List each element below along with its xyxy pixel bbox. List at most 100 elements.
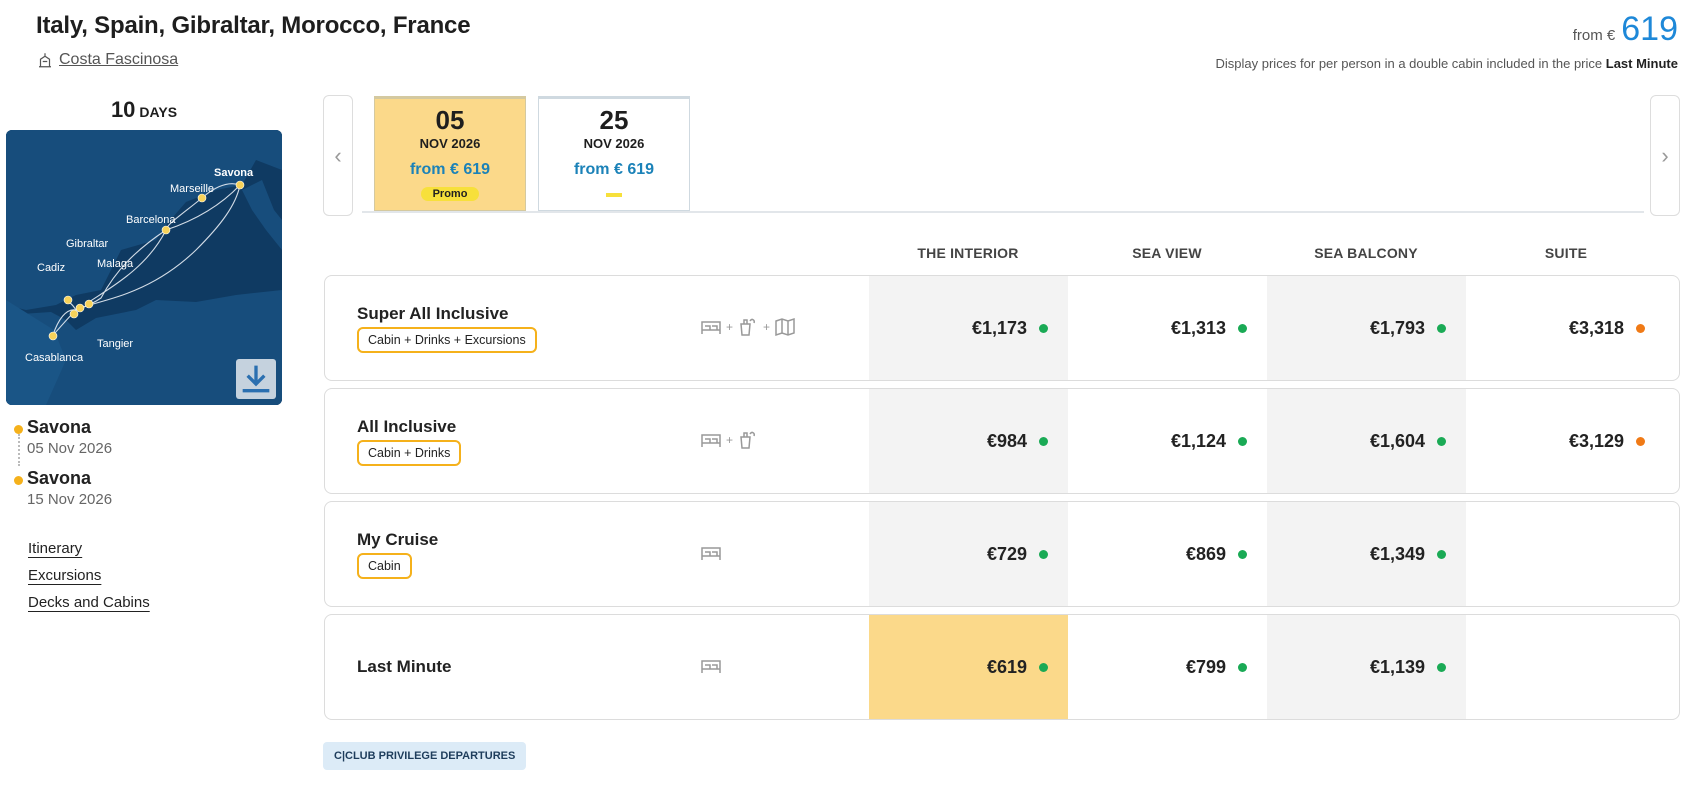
availability-dot <box>1238 662 1247 672</box>
map-label-barcelona: Barcelona <box>126 214 176 226</box>
price-value: €1,173 <box>971 317 1027 338</box>
price-value: €799 <box>1185 656 1226 677</box>
price-value: €1,604 <box>1369 430 1425 451</box>
price-sea-view[interactable]: €1,313 <box>1068 276 1267 380</box>
departure-dot <box>14 425 23 434</box>
availability-dot <box>1039 436 1048 446</box>
price-value: €1,793 <box>1369 317 1425 338</box>
price-value: €619 <box>986 656 1027 677</box>
price-suite[interactable]: €3,318 <box>1466 276 1665 380</box>
carousel-prev-button[interactable]: ‹ <box>323 95 353 216</box>
page-title: Italy, Spain, Gibraltar, Morocco, France <box>36 12 471 39</box>
fare-row-my-cruise: My Cruise Cabin €729 €869 €1,349 <box>324 501 1680 607</box>
price-sea-view[interactable]: €799 <box>1068 615 1267 719</box>
price-interior[interactable]: €729 <box>869 502 1068 606</box>
ship-icon <box>39 53 51 68</box>
carousel-divider <box>362 211 1644 213</box>
map-label-cadiz: Cadiz <box>37 262 65 274</box>
price-interior[interactable]: €984 <box>869 389 1068 493</box>
bed-icon <box>701 547 721 560</box>
map-icon <box>775 317 795 337</box>
fare-row-last-minute: Last Minute €619 €799 €1,139 <box>324 614 1680 720</box>
map-label-malaga: Malaga <box>97 258 134 270</box>
price-note-fare: Last Minute <box>1605 56 1678 71</box>
price-suite-empty <box>1466 502 1665 606</box>
price-sea-balcony[interactable]: €1,604 <box>1267 389 1466 493</box>
price-from-label: from € <box>1572 27 1616 44</box>
availability-dot <box>1636 436 1645 446</box>
price-sea-balcony[interactable]: €1,793 <box>1267 276 1466 380</box>
availability-dot <box>1238 436 1247 446</box>
fare-name: Last Minute <box>357 657 452 676</box>
col-sea-balcony: SEA BALCONY <box>1314 245 1418 261</box>
map-download-button[interactable] <box>236 359 276 399</box>
availability-dot <box>1437 662 1446 672</box>
price-value: €1,139 <box>1369 656 1425 677</box>
promo-badge: Promo <box>420 187 480 201</box>
availability-dot <box>1039 323 1048 333</box>
fare-name: My Cruise <box>357 530 439 549</box>
date-card-0[interactable]: 05 NOV 2026 from € 619 Promo <box>374 96 526 211</box>
fare-row-all-inclusive: All Inclusive Cabin + Drinks + €984 €1,1… <box>324 388 1680 494</box>
date-day: 05 <box>435 105 465 135</box>
price-sea-view[interactable]: €1,124 <box>1068 389 1267 493</box>
date-price: from € 619 <box>573 161 655 178</box>
price-from: from € 619 <box>1573 10 1678 49</box>
carousel-next-button[interactable]: › <box>1650 95 1680 216</box>
availability-dot <box>1039 549 1048 559</box>
price-value: €729 <box>986 543 1027 564</box>
duration: 10 DAYS <box>6 97 282 123</box>
date-card-1[interactable]: 25 NOV 2026 from € 619 <box>538 96 690 211</box>
availability-dot <box>1039 662 1048 672</box>
ship-name[interactable]: Costa Fascinosa <box>59 51 178 69</box>
fare-tag: Cabin + Drinks <box>357 440 462 466</box>
arrival-dot <box>14 476 23 485</box>
price-sea-view[interactable]: €869 <box>1068 502 1267 606</box>
date-day: 25 <box>599 105 629 135</box>
departure-port: Savona <box>27 417 92 437</box>
map-label-tangier: Tangier <box>97 338 133 350</box>
drinks-icon <box>740 431 755 449</box>
availability-dot <box>1437 436 1446 446</box>
map-label-gibraltar: Gibraltar <box>66 238 109 250</box>
availability-dot <box>1636 323 1645 333</box>
departure-date: 05 Nov 2026 <box>27 440 113 457</box>
price-value: €984 <box>986 430 1027 451</box>
price-interior[interactable]: €1,173 <box>869 276 1068 380</box>
price-from-value: 619 <box>1621 10 1678 48</box>
price-value: €3,129 <box>1568 430 1624 451</box>
ship-link[interactable]: Costa Fascinosa <box>36 51 178 69</box>
fare-icons <box>699 541 723 565</box>
bed-icon <box>701 434 721 447</box>
bed-icon <box>701 321 721 334</box>
fare-row-super-all-inclusive: Super All Inclusive Cabin + Drinks + Exc… <box>324 275 1680 381</box>
link-itinerary[interactable]: Itinerary <box>28 540 82 557</box>
arrival-date: 15 Nov 2026 <box>27 491 113 508</box>
fare-name: All Inclusive <box>357 417 457 436</box>
price-interior[interactable]: €619 <box>869 615 1068 719</box>
link-excursions[interactable]: Excursions <box>28 567 101 584</box>
arrival-port: Savona <box>27 468 92 488</box>
availability-dot <box>1437 323 1446 333</box>
price-sea-balcony[interactable]: €1,139 <box>1267 615 1466 719</box>
price-value: €1,349 <box>1369 543 1425 564</box>
price-suite[interactable]: €3,129 <box>1466 389 1665 493</box>
date-month: NOV 2026 <box>583 136 645 151</box>
promo-indicator <box>606 193 622 197</box>
fare-tag: Cabin <box>357 553 412 579</box>
price-sea-balcony[interactable]: €1,349 <box>1267 502 1466 606</box>
availability-dot <box>1437 549 1446 559</box>
route-map: Savona Marseille Barcelona Gibraltar Mal… <box>6 130 282 405</box>
link-decks-cabins[interactable]: Decks and Cabins <box>28 594 150 611</box>
price-value: €3,318 <box>1568 317 1624 338</box>
date-month: NOV 2026 <box>419 136 481 151</box>
map-label-savona: Savona <box>214 167 254 179</box>
download-icon <box>242 365 270 393</box>
chevron-left-icon: ‹ <box>334 142 342 168</box>
days-number: 10 <box>110 97 136 122</box>
availability-dot <box>1238 323 1247 333</box>
map-label-casablanca: Casablanca <box>25 352 84 364</box>
chevron-right-icon: › <box>1661 142 1669 168</box>
fare-name: Super All Inclusive <box>357 304 509 323</box>
club-privilege-badge[interactable]: C|CLUB PRIVILEGE DEPARTURES <box>323 742 527 770</box>
